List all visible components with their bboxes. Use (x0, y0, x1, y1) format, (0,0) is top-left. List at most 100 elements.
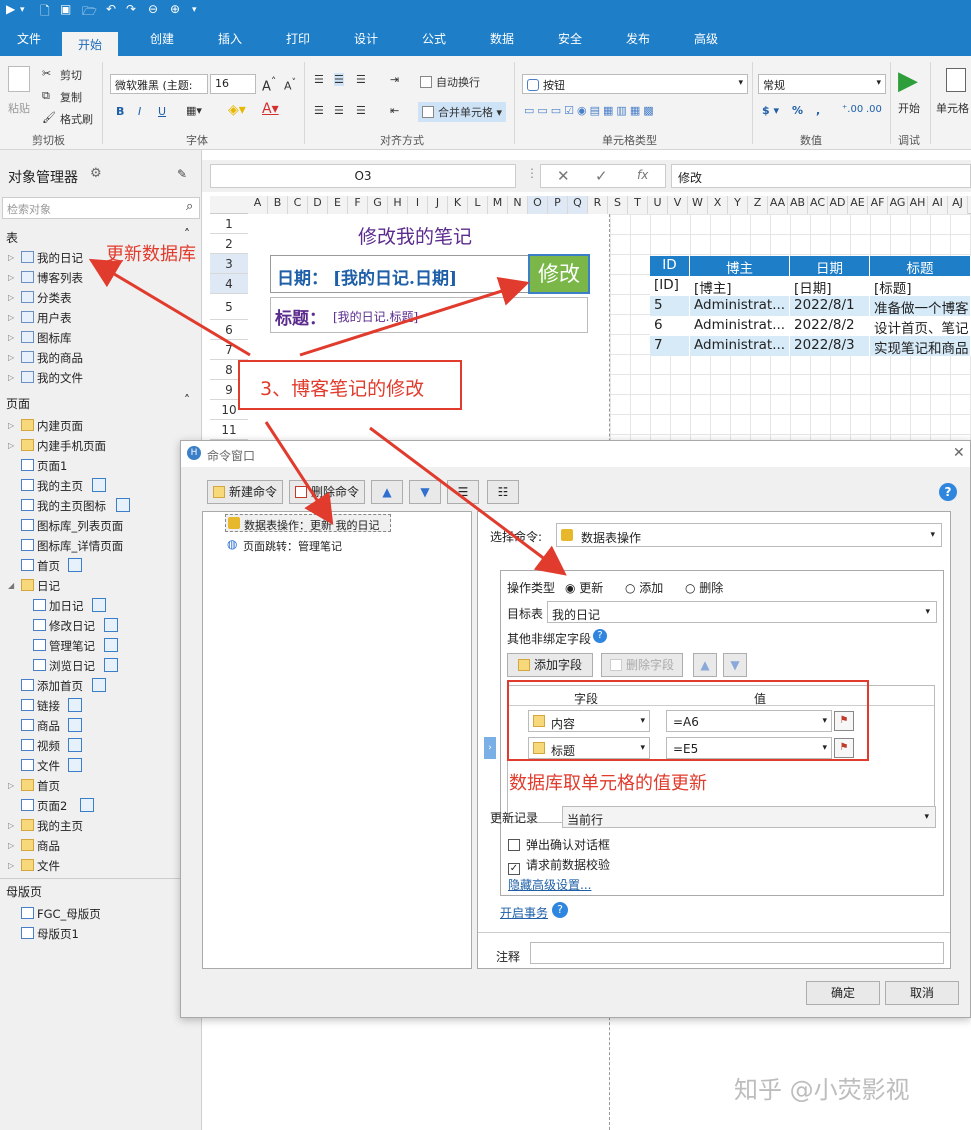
border-icon[interactable]: ▦▾ (186, 104, 202, 117)
cell-type-gallery-icon[interactable]: ▭▭▭☑◉▤▦▥▦▩ (524, 104, 657, 117)
column-header[interactable]: I (408, 196, 428, 214)
page-item[interactable]: 加日记 (0, 596, 200, 616)
page-item[interactable]: 管理笔记 (0, 636, 200, 656)
dropdown-icon[interactable]: ▾ (20, 5, 25, 15)
paste-button[interactable]: 粘贴 (8, 100, 30, 116)
column-header[interactable]: AA (768, 196, 788, 214)
field-select[interactable]: 内容 ▾ (528, 710, 650, 732)
page-item[interactable]: ▷ 商品 (0, 836, 200, 856)
page-item[interactable]: 我的主页 (0, 476, 200, 496)
command-item-update[interactable]: 数据表操作：更新 我的日记 (225, 514, 391, 532)
start-debug-button[interactable]: 开始 (898, 100, 920, 116)
value-select[interactable]: =E5 ▾ (666, 737, 832, 759)
page-item[interactable]: 我的主页图标 (0, 496, 200, 516)
column-header[interactable]: N (508, 196, 528, 214)
redo-icon[interactable]: ↷ (126, 2, 136, 16)
field-up-icon[interactable]: ▲ (693, 653, 717, 677)
cell-settings-icon[interactable] (946, 68, 966, 92)
pages-section-header[interactable]: 页面 ˄ (0, 392, 200, 414)
delete-field-button[interactable]: 删除字段 (601, 653, 683, 677)
new-command-button[interactable]: 新建命令 (207, 480, 283, 504)
grow-font-icon[interactable]: A˄ (262, 75, 276, 94)
tab-insert[interactable]: 插入 (218, 30, 242, 47)
tab-design[interactable]: 设计 (354, 30, 378, 47)
search-box[interactable]: 检索对象 ⌕ (2, 197, 200, 219)
column-header[interactable]: T (628, 196, 648, 214)
italic-icon[interactable]: I (138, 105, 141, 118)
column-header[interactable]: K (448, 196, 468, 214)
column-header[interactable]: L (468, 196, 488, 214)
cut-button[interactable]: 剪切 (60, 67, 82, 83)
column-header[interactable]: V (668, 196, 688, 214)
forward-icon[interactable]: ⊕ (170, 2, 180, 16)
row-header[interactable]: 11 (210, 420, 248, 440)
formula-input[interactable]: 修改 (671, 164, 971, 188)
help-icon[interactable]: ? (552, 902, 568, 918)
tab-file[interactable]: 文件 (17, 30, 41, 47)
align-center-icon[interactable]: ☰ (334, 104, 344, 117)
gear-icon[interactable]: ⚙ (90, 166, 102, 181)
column-header[interactable]: G (368, 196, 388, 214)
comma-icon[interactable]: , (816, 104, 820, 117)
column-header[interactable]: U (648, 196, 668, 214)
tab-data[interactable]: 数据 (490, 30, 514, 47)
undo-icon[interactable]: ↶ (106, 2, 116, 16)
row-header[interactable]: 3 (210, 254, 248, 274)
radio-add[interactable]: ○ 添加 (625, 579, 663, 596)
row-header[interactable]: 6 (210, 320, 248, 340)
number-format-combo[interactable]: 常规 ▾ (758, 74, 886, 94)
note-input[interactable] (530, 942, 944, 964)
page-item[interactable]: ▷ 内建页面 (0, 416, 200, 436)
page-item[interactable]: 浏览日记 (0, 656, 200, 676)
column-header[interactable]: O (528, 196, 548, 214)
column-header[interactable]: D (308, 196, 328, 214)
column-header[interactable]: B (268, 196, 288, 214)
expand-icon[interactable]: ▷ (8, 841, 14, 850)
page-item[interactable]: 添加首页 (0, 676, 200, 696)
row-header[interactable]: 5 (210, 294, 248, 320)
page-item[interactable]: 页面2 (0, 796, 200, 816)
page-item[interactable]: ▷ 首页 (0, 776, 200, 796)
field-down-icon[interactable]: ▼ (723, 653, 747, 677)
underline-icon[interactable]: U (158, 105, 166, 118)
column-header[interactable]: F (348, 196, 368, 214)
transaction-link[interactable]: 开启事务 (500, 904, 548, 921)
align-middle-icon[interactable]: ☰ (334, 73, 344, 86)
font-name-combo[interactable]: 微软雅黑 (主题: (110, 74, 208, 94)
expand-icon[interactable]: ◢ (8, 581, 14, 590)
page-item[interactable]: ▷ 内建手机页面 (0, 436, 200, 456)
expand-panel-icon[interactable]: › (484, 737, 496, 759)
page-item[interactable]: 首页 (0, 556, 200, 576)
column-header[interactable]: M (488, 196, 508, 214)
customize-icon[interactable]: ▾ (192, 5, 197, 15)
cell-settings-button[interactable]: 单元格 (936, 100, 969, 116)
font-color-icon[interactable]: A▾ (262, 101, 279, 117)
table-item[interactable]: ▷ 分类表 (0, 288, 200, 308)
column-header[interactable]: S (608, 196, 628, 214)
copy-button[interactable]: 复制 (60, 89, 82, 105)
column-header[interactable]: Y (728, 196, 748, 214)
expand-icon[interactable]: ▷ (8, 313, 14, 322)
column-header[interactable]: AE (848, 196, 868, 214)
outdent-list-icon[interactable]: ☷ (487, 480, 519, 504)
align-top-icon[interactable]: ☰ (314, 73, 324, 86)
fx-icon[interactable]: fx (637, 168, 648, 182)
column-header[interactable]: A (248, 196, 268, 214)
help-icon[interactable]: ? (939, 483, 957, 501)
font-size-combo[interactable]: 16 (210, 74, 256, 94)
decrease-decimal-icon[interactable]: .00 (866, 104, 882, 115)
table-item[interactable]: ▷ 图标库 (0, 328, 200, 348)
table-item[interactable]: ▷ 我的商品 (0, 348, 200, 368)
date-binding[interactable]: [我的日记.日期] (333, 264, 457, 289)
align-left-icon[interactable]: ☰ (314, 104, 324, 117)
delete-command-button[interactable]: 删除命令 (289, 480, 365, 504)
page-item[interactable]: 图标库_列表页面 (0, 516, 200, 536)
column-header[interactable]: E (328, 196, 348, 214)
tab-print[interactable]: 打印 (286, 30, 310, 47)
column-header[interactable]: AF (868, 196, 888, 214)
format-painter-button[interactable]: 格式刷 (60, 111, 93, 127)
merge-cells-button[interactable]: 合并单元格 ▾ (418, 102, 507, 122)
master-item[interactable]: 母版页1 (0, 924, 200, 944)
expand-icon[interactable]: ▷ (8, 821, 14, 830)
page-item[interactable]: 商品 (0, 716, 200, 736)
